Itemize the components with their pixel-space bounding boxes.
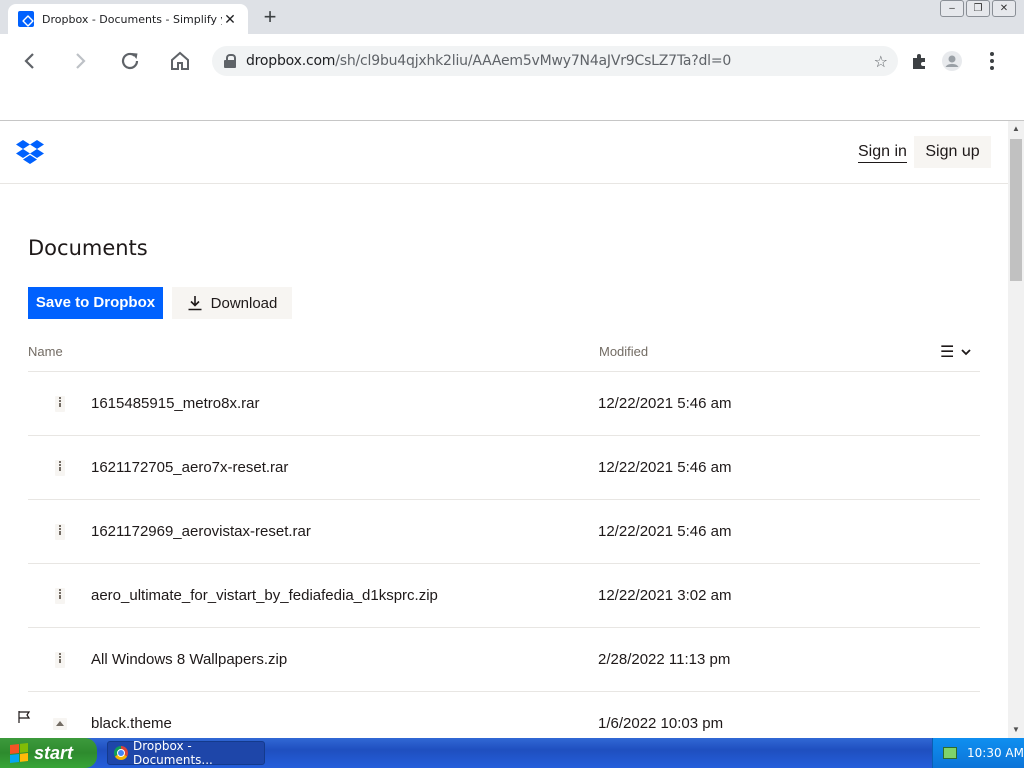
maximize-button[interactable]: ❐ xyxy=(966,0,990,17)
window-controls: – ❐ ✕ xyxy=(938,0,1016,18)
home-icon xyxy=(171,51,189,70)
download-icon xyxy=(188,296,202,311)
archive-icon xyxy=(55,460,65,476)
view-options-button[interactable]: ☰ xyxy=(940,342,972,362)
file-modified: 12/22/2021 5:46 am xyxy=(598,523,732,540)
profile-avatar-icon xyxy=(942,51,962,71)
chrome-icon xyxy=(114,746,128,760)
file-modified: 2/28/2022 11:13 pm xyxy=(598,651,731,668)
scroll-up-arrow-icon[interactable]: ▲ xyxy=(1008,121,1024,137)
clock: 10:30 AM xyxy=(967,746,1024,760)
browser-toolbar: dropbox.com/sh/cl9bu4qjxhk2liu/AAAem5vMw… xyxy=(0,34,1024,88)
file-modified: 12/22/2021 5:46 am xyxy=(598,395,732,412)
theme-file-icon xyxy=(53,718,67,730)
file-name[interactable]: All Windows 8 Wallpapers.zip xyxy=(91,651,287,668)
file-modified: 12/22/2021 3:02 am xyxy=(598,587,732,604)
archive-icon xyxy=(55,396,65,412)
save-to-dropbox-button[interactable]: Save to Dropbox xyxy=(28,287,163,319)
network-icon[interactable] xyxy=(943,747,957,759)
tab-close-icon[interactable]: ✕ xyxy=(222,11,238,28)
extensions-button[interactable] xyxy=(904,45,936,77)
column-header-modified[interactable]: Modified xyxy=(599,344,648,359)
browser-tab-bar: Dropbox - Documents - Simplify your ✕ + … xyxy=(0,0,1024,34)
start-label: start xyxy=(34,742,74,763)
dropbox-favicon-icon xyxy=(18,11,34,27)
minimize-button[interactable]: – xyxy=(940,0,964,17)
file-name[interactable]: aero_ultimate_for_vistart_by_fediafedia_… xyxy=(91,587,438,604)
file-name[interactable]: 1621172705_aero7x-reset.rar xyxy=(91,459,288,476)
url-text: dropbox.com/sh/cl9bu4qjxhk2liu/AAAem5vMw… xyxy=(246,53,732,69)
file-modified: 1/6/2022 10:03 pm xyxy=(598,715,724,732)
new-tab-button[interactable]: + xyxy=(258,5,282,29)
file-name[interactable]: 1621172969_aerovistax-reset.rar xyxy=(91,523,311,540)
bookmark-star-icon[interactable]: ☆ xyxy=(874,52,888,72)
profile-button[interactable] xyxy=(936,45,968,77)
dropbox-header: Sign in Sign up xyxy=(0,121,1008,184)
download-label: Download xyxy=(210,294,278,312)
forward-button[interactable] xyxy=(64,45,96,77)
file-row[interactable]: All Windows 8 Wallpapers.zip 2/28/2022 11… xyxy=(28,627,980,691)
sign-in-link[interactable]: Sign in xyxy=(858,143,907,163)
taskbar-item-chrome[interactable]: Dropbox - Documents... xyxy=(107,739,265,767)
address-bar[interactable]: dropbox.com/sh/cl9bu4qjxhk2liu/AAAem5vMw… xyxy=(212,46,898,76)
file-row[interactable]: 1621172705_aero7x-reset.rar 12/22/2021 5:… xyxy=(28,435,980,499)
back-arrow-icon xyxy=(24,53,34,69)
close-window-button[interactable]: ✕ xyxy=(992,0,1016,17)
taskbar-item-label: Dropbox - Documents... xyxy=(133,739,213,767)
start-button[interactable]: start xyxy=(0,738,97,768)
browser-menu-button[interactable] xyxy=(976,45,1008,77)
windows-logo-icon xyxy=(10,743,28,763)
back-button[interactable] xyxy=(14,45,46,77)
file-modified: 12/22/2021 5:46 am xyxy=(598,459,732,476)
reload-icon xyxy=(121,52,139,70)
archive-icon xyxy=(55,652,65,668)
page-title: Documents xyxy=(28,236,148,260)
forward-arrow-icon xyxy=(76,53,86,69)
dropbox-logo-icon[interactable] xyxy=(16,139,44,165)
page-scrollbar[interactable]: ▲ ▼ xyxy=(1008,121,1024,738)
tab-title: Dropbox - Documents - Simplify your xyxy=(42,12,222,26)
home-button[interactable] xyxy=(164,45,196,77)
column-header-name[interactable]: Name xyxy=(28,344,63,359)
file-row[interactable]: 1615485915_metro8x.rar 12/22/2021 5:46 am xyxy=(28,371,980,435)
puzzle-icon xyxy=(913,54,925,69)
file-row[interactable]: aero_ultimate_for_vistart_by_fediafedia_… xyxy=(28,563,980,627)
download-button[interactable]: Download xyxy=(172,287,292,319)
archive-icon xyxy=(55,524,65,540)
archive-icon xyxy=(55,588,65,604)
file-list: 1615485915_metro8x.rar 12/22/2021 5:46 am… xyxy=(28,371,980,755)
browser-tab[interactable]: Dropbox - Documents - Simplify your ✕ xyxy=(8,4,248,34)
lock-icon xyxy=(224,54,236,68)
scrollbar-thumb[interactable] xyxy=(1010,139,1022,281)
chevron-down-icon xyxy=(961,349,971,356)
file-row[interactable]: 1621172969_aerovistax-reset.rar 12/22/202… xyxy=(28,499,980,563)
sign-up-button[interactable]: Sign up xyxy=(914,136,991,168)
feedback-flag-icon[interactable] xyxy=(17,710,31,724)
list-view-icon: ☰ xyxy=(940,344,955,361)
system-tray: 10:30 AM xyxy=(932,738,1024,768)
taskbar: start Dropbox - Documents... 10:30 AM xyxy=(0,738,1024,768)
file-name[interactable]: 1615485915_metro8x.rar xyxy=(91,395,259,412)
file-name[interactable]: black.theme xyxy=(91,715,172,732)
reload-button[interactable] xyxy=(114,45,146,77)
kebab-menu-icon xyxy=(990,52,994,70)
scroll-down-arrow-icon[interactable]: ▼ xyxy=(1008,722,1024,738)
